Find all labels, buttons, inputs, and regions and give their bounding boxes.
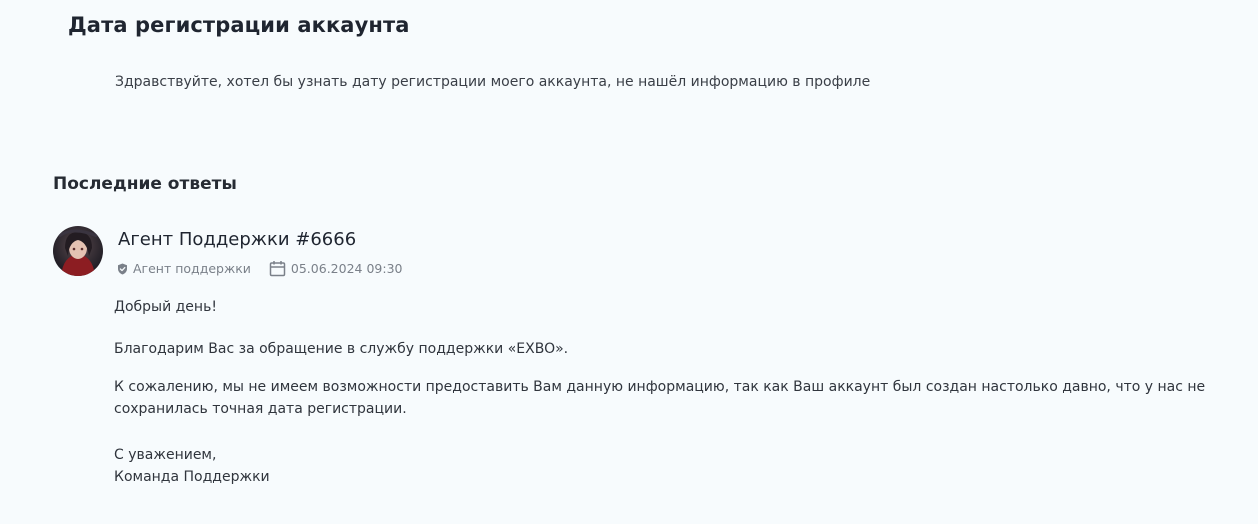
shield-icon: [118, 263, 127, 274]
signature-line: Команда Поддержки: [114, 469, 270, 485]
reply-author-name[interactable]: Агент Поддержки #6666: [118, 229, 356, 250]
reply-datetime: 05.06.2024 09:30: [290, 261, 403, 276]
reply-signature: С уважением, Команда Поддержки: [114, 444, 270, 488]
reply-paragraph: Благодарим Вас за обращение в службу под…: [114, 341, 569, 357]
avatar[interactable]: [53, 226, 103, 276]
reply-date: 05.06.2024 09:30: [269, 260, 403, 277]
reply-meta: Агент поддержки 05.06.2024 09:30: [117, 260, 402, 277]
reply-role-label: Агент поддержки: [133, 261, 251, 276]
reply-role: Агент поддержки: [117, 261, 251, 276]
calendar-icon: [269, 261, 286, 277]
ticket-title: Дата регистрации аккаунта: [68, 13, 410, 37]
ticket-body: Здравствуйте, хотел бы узнать дату регис…: [115, 74, 871, 90]
avatar-image: [53, 226, 103, 276]
reply-paragraph: К сожалению, мы не имеем возможности пре…: [114, 379, 1206, 417]
reply-greeting: Добрый день!: [114, 299, 217, 315]
signature-line: С уважением,: [114, 447, 217, 463]
replies-heading: Последние ответы: [53, 174, 237, 194]
